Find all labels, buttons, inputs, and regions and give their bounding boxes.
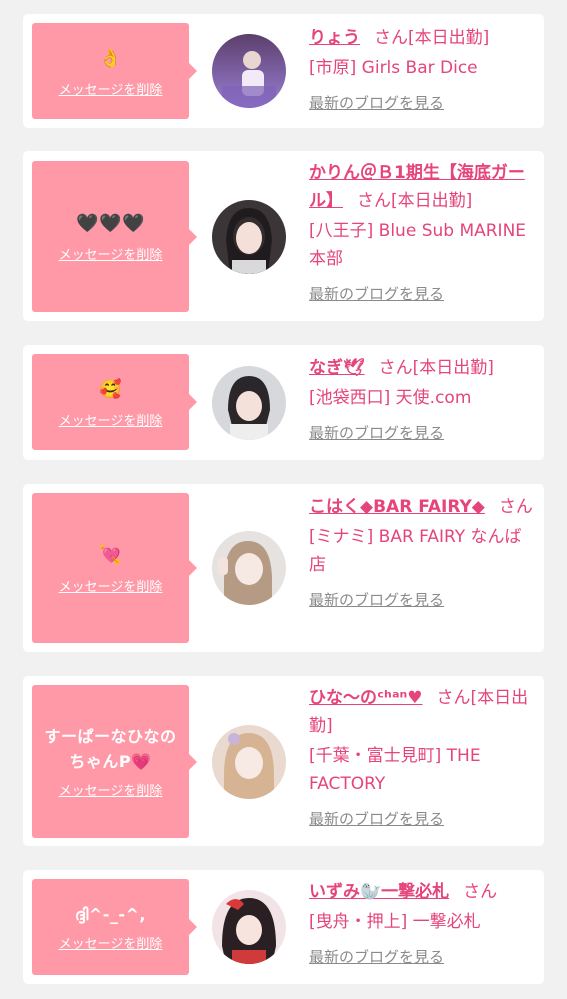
message-text: 🥰 bbox=[99, 378, 122, 400]
message-bubble: 💘 メッセージを削除 bbox=[32, 493, 197, 643]
message-bubble: ദ്ദി^-_-^, メッセージを削除 bbox=[32, 879, 197, 975]
message-card: すーぱーなひなのちゃんP💗 メッセージを削除 ひな〜のᶜʰᵃⁿ♥ さん[本日出勤]… bbox=[23, 676, 544, 846]
latest-blog-link[interactable]: 最新のブログを見る bbox=[309, 589, 444, 611]
message-text: すーぱーなひなのちゃんP💗 bbox=[44, 727, 177, 771]
honorific: さん bbox=[378, 358, 413, 378]
shop-name: [市原] Girls Bar Dice bbox=[309, 58, 478, 78]
shop-name: [池袋西口] 天使.com bbox=[309, 388, 472, 408]
cast-name-link[interactable]: なぎ🕊 bbox=[309, 358, 365, 378]
honorific: さん bbox=[357, 191, 391, 211]
shop-name: [八王子] Blue Sub MARINE 本部 bbox=[309, 221, 527, 269]
message-card: 💘 メッセージを削除 こはく◆BAR FAIRY◆ さん [ミナミ] BAR FA… bbox=[23, 484, 544, 652]
message-text: ദ്ദി^-_-^, bbox=[74, 905, 147, 924]
cast-info: ひな〜のᶜʰᵃⁿ♥ さん[本日出勤] [千葉・富士見町] THE FACTORY … bbox=[309, 684, 537, 830]
message-bubble: 🥰 メッセージを削除 bbox=[32, 354, 197, 450]
delete-message-link[interactable]: メッセージを削除 bbox=[59, 410, 163, 429]
delete-message-link[interactable]: メッセージを削除 bbox=[59, 79, 163, 98]
cast-name-link[interactable]: ひな〜のᶜʰᵃⁿ♥ bbox=[309, 688, 423, 708]
status-text: [本日出勤] bbox=[391, 191, 473, 211]
avatar[interactable] bbox=[212, 200, 286, 274]
honorific: さん bbox=[498, 497, 533, 517]
message-bubble: 👌 メッセージを削除 bbox=[32, 23, 197, 119]
avatar[interactable] bbox=[212, 890, 286, 964]
message-card: ദ്ദി^-_-^, メッセージを削除 いずみ🦭一撃必札 さん [曳舟・押上] 一… bbox=[23, 870, 544, 984]
cast-name-link[interactable]: こはく◆BAR FAIRY◆ bbox=[309, 497, 485, 517]
message-text: 🖤🖤🖤 bbox=[76, 213, 145, 234]
message-card: 👌 メッセージを削除 りょう さん[本日出勤] [市原] Girls Bar Di… bbox=[23, 14, 544, 128]
delete-message-link[interactable]: メッセージを削除 bbox=[59, 244, 163, 263]
delete-message-link[interactable]: メッセージを削除 bbox=[59, 780, 163, 799]
latest-blog-link[interactable]: 最新のブログを見る bbox=[309, 946, 444, 968]
cast-info: かりん＠Ｂ1期生【海底ガール】 さん[本日出勤] [八王子] Blue Sub M… bbox=[309, 159, 537, 305]
cast-info: こはく◆BAR FAIRY◆ さん [ミナミ] BAR FAIRY なんば店 最新… bbox=[309, 493, 537, 611]
status-text: [本日出勤] bbox=[412, 358, 494, 378]
shop-name: [曳舟・押上] 一撃必札 bbox=[309, 912, 481, 932]
message-card: 🖤🖤🖤 メッセージを削除 かりん＠Ｂ1期生【海底ガール】 さん[本日出勤] [八王… bbox=[23, 151, 544, 321]
honorific: さん bbox=[374, 28, 408, 48]
shop-name: [ミナミ] BAR FAIRY なんば店 bbox=[309, 527, 522, 575]
avatar[interactable] bbox=[212, 366, 286, 440]
avatar[interactable] bbox=[212, 531, 286, 605]
honorific: さん bbox=[463, 882, 498, 902]
cast-info: いずみ🦭一撃必札 さん [曳舟・押上] 一撃必札 最新のブログを見る bbox=[309, 878, 537, 968]
cast-info: なぎ🕊 さん[本日出勤] [池袋西口] 天使.com 最新のブログを見る bbox=[309, 354, 537, 444]
message-text: 💘 bbox=[99, 544, 122, 566]
cast-info: りょう さん[本日出勤] [市原] Girls Bar Dice 最新のブログを見… bbox=[309, 24, 537, 114]
delete-message-link[interactable]: メッセージを削除 bbox=[59, 933, 163, 952]
message-bubble: 🖤🖤🖤 メッセージを削除 bbox=[32, 161, 197, 312]
message-card: 🥰 メッセージを削除 なぎ🕊 さん[本日出勤] [池袋西口] 天使.com 最新の… bbox=[23, 345, 544, 460]
latest-blog-link[interactable]: 最新のブログを見る bbox=[309, 92, 444, 114]
status-text: [本日出勤] bbox=[408, 28, 490, 48]
cast-name-link[interactable]: りょう bbox=[309, 28, 360, 48]
latest-blog-link[interactable]: 最新のブログを見る bbox=[309, 283, 444, 305]
cast-name-link[interactable]: いずみ🦭一撃必札 bbox=[309, 882, 449, 902]
shop-name: [千葉・富士見町] THE FACTORY bbox=[309, 746, 481, 794]
avatar[interactable] bbox=[212, 725, 286, 799]
message-bubble: すーぱーなひなのちゃんP💗 メッセージを削除 bbox=[32, 685, 197, 838]
avatar[interactable] bbox=[212, 34, 286, 108]
latest-blog-link[interactable]: 最新のブログを見る bbox=[309, 808, 444, 830]
message-text: 👌 bbox=[99, 47, 122, 69]
delete-message-link[interactable]: メッセージを削除 bbox=[59, 576, 163, 595]
latest-blog-link[interactable]: 最新のブログを見る bbox=[309, 422, 444, 444]
honorific: さん bbox=[436, 688, 471, 708]
